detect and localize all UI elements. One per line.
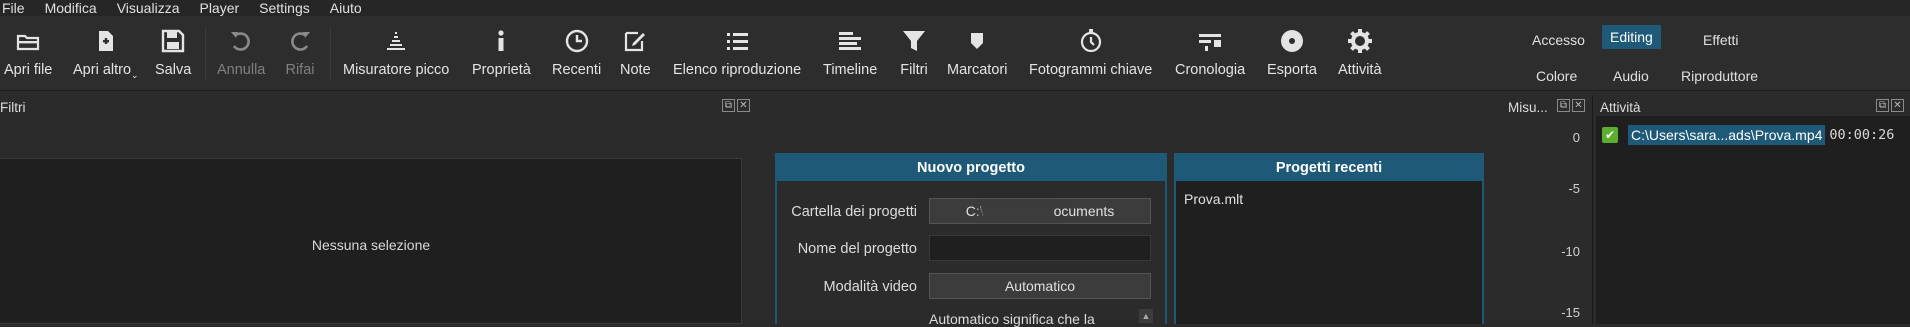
meter-panel-buttons: ⧉ ✕ <box>1557 99 1585 112</box>
menu-settings[interactable]: Settings <box>257 0 310 16</box>
properties-button[interactable]: Proprietà <box>472 26 531 78</box>
stopwatch-icon <box>1076 26 1106 56</box>
toolbar-separator <box>205 28 206 80</box>
panel-splitter[interactable] <box>1592 95 1593 324</box>
menu-modifica[interactable]: Modifica <box>43 0 97 16</box>
redo-button[interactable]: Rifai <box>285 26 315 78</box>
projects-folder-button[interactable]: C:\ ocuments <box>929 198 1151 224</box>
video-mode-note: Automatico significa che la <box>929 311 1095 327</box>
timeline-icon <box>835 26 865 56</box>
export-button[interactable]: Esporta <box>1267 26 1317 78</box>
meter-tick: -5 <box>1568 181 1580 196</box>
float-icon[interactable]: ⧉ <box>1557 99 1570 112</box>
no-selection-message: Nessuna selezione <box>311 237 431 253</box>
note-icon <box>620 26 650 56</box>
clock-icon <box>562 26 592 56</box>
layout-colore[interactable]: Colore <box>1528 64 1585 88</box>
meter-tick: 0 <box>1572 130 1580 145</box>
save-button[interactable]: Salva <box>155 26 191 78</box>
undo-button[interactable]: Annulla <box>217 26 265 78</box>
open-other-button[interactable]: Apri altro⌄ <box>73 26 139 81</box>
recent-project-item[interactable]: Prova.mlt <box>1184 191 1243 207</box>
layout-audio[interactable]: Audio <box>1605 64 1657 88</box>
disc-icon <box>1277 26 1307 56</box>
project-name-label: Nome del progetto <box>797 241 917 257</box>
peak-meter-icon <box>381 26 411 56</box>
filters-panel-body: Nessuna selezione <box>0 158 742 324</box>
new-project-box: Nuovo progetto Cartella dei progetti C:\… <box>775 153 1167 327</box>
project-name-input[interactable] <box>929 235 1151 261</box>
video-mode-label: Modalità video <box>823 279 918 295</box>
folder-open-icon <box>13 26 43 56</box>
new-project-title: Nuovo progetto <box>777 155 1165 181</box>
scroll-up-icon[interactable]: ▲ <box>1139 309 1153 323</box>
history-icon <box>1195 26 1225 56</box>
video-mode-button[interactable]: Automatico <box>929 273 1151 299</box>
close-icon[interactable]: ✕ <box>737 99 750 112</box>
recent-projects-box: Progetti recenti Prova.mlt <box>1174 153 1484 324</box>
markers-button[interactable]: Marcatori <box>947 26 1007 78</box>
toolbar-separator <box>330 28 331 80</box>
menu-file[interactable]: File <box>0 0 25 16</box>
keyframes-button[interactable]: Fotogrammi chiave <box>1029 26 1152 78</box>
recent-button[interactable]: Recenti <box>552 26 601 78</box>
check-icon: ✔ <box>1602 127 1618 143</box>
job-path: C:\Users\sara...ads\Prova.mp4 <box>1628 125 1826 145</box>
gear-icon <box>1345 26 1375 56</box>
filters-panel-buttons: ⧉ ✕ <box>722 99 750 112</box>
close-icon[interactable]: ✕ <box>1891 99 1904 112</box>
projects-folder-label: Cartella dei progetti <box>791 204 917 220</box>
audio-meter-scale: 0 -5 -10 -15 <box>1500 120 1580 324</box>
filters-button[interactable]: Filtri <box>899 26 929 78</box>
close-icon[interactable]: ✕ <box>1572 99 1585 112</box>
layout-editing[interactable]: Editing <box>1602 25 1661 49</box>
menu-player[interactable]: Player <box>197 0 239 16</box>
recent-projects-title: Progetti recenti <box>1176 155 1482 181</box>
menu-visualizza[interactable]: Visualizza <box>115 0 180 16</box>
activity-panel-buttons: ⧉ ✕ <box>1876 99 1904 112</box>
activity-panel-title: Attività <box>1600 99 1641 115</box>
timeline-button[interactable]: Timeline <box>823 26 877 78</box>
meter-panel-title: Misu... <box>1508 99 1548 115</box>
activity-button[interactable]: Attività <box>1338 26 1382 78</box>
redo-icon <box>285 26 315 56</box>
main-toolbar: Apri file Apri altro⌄ Salva Annulla Rifa… <box>0 16 1910 91</box>
open-other-icon <box>91 26 121 56</box>
layout-riproduttore[interactable]: Riproduttore <box>1673 64 1766 88</box>
open-file-button[interactable]: Apri file <box>4 26 52 78</box>
meter-tick: -15 <box>1561 305 1580 320</box>
activity-panel-body: ✔ C:\Users\sara...ads\Prova.mp4 00:00:26 <box>1596 116 1910 324</box>
playlist-icon <box>722 26 752 56</box>
float-icon[interactable]: ⧉ <box>1876 99 1889 112</box>
marker-icon <box>962 26 992 56</box>
notes-button[interactable]: Note <box>620 26 651 78</box>
history-button[interactable]: Cronologia <box>1175 26 1245 78</box>
layout-accesso[interactable]: Accesso <box>1524 28 1593 52</box>
playlist-button[interactable]: Elenco riproduzione <box>673 26 801 78</box>
redacted-text <box>983 207 1054 218</box>
job-row[interactable]: ✔ C:\Users\sara...ads\Prova.mp4 00:00:26 <box>1602 124 1894 146</box>
info-icon <box>486 26 516 56</box>
meter-tick: -10 <box>1561 244 1580 259</box>
job-elapsed-time: 00:00:26 <box>1829 127 1895 143</box>
undo-icon <box>226 26 256 56</box>
layout-effetti[interactable]: Effetti <box>1695 28 1747 52</box>
float-icon[interactable]: ⧉ <box>722 99 735 112</box>
save-icon <box>158 26 188 56</box>
menu-aiuto[interactable]: Aiuto <box>328 0 362 16</box>
filter-icon <box>899 26 929 56</box>
filters-panel-title: Filtri <box>0 99 26 115</box>
menu-bar: File Modifica Visualizza Player Settings… <box>0 0 1910 16</box>
peak-meter-button[interactable]: Misuratore picco <box>343 26 449 78</box>
